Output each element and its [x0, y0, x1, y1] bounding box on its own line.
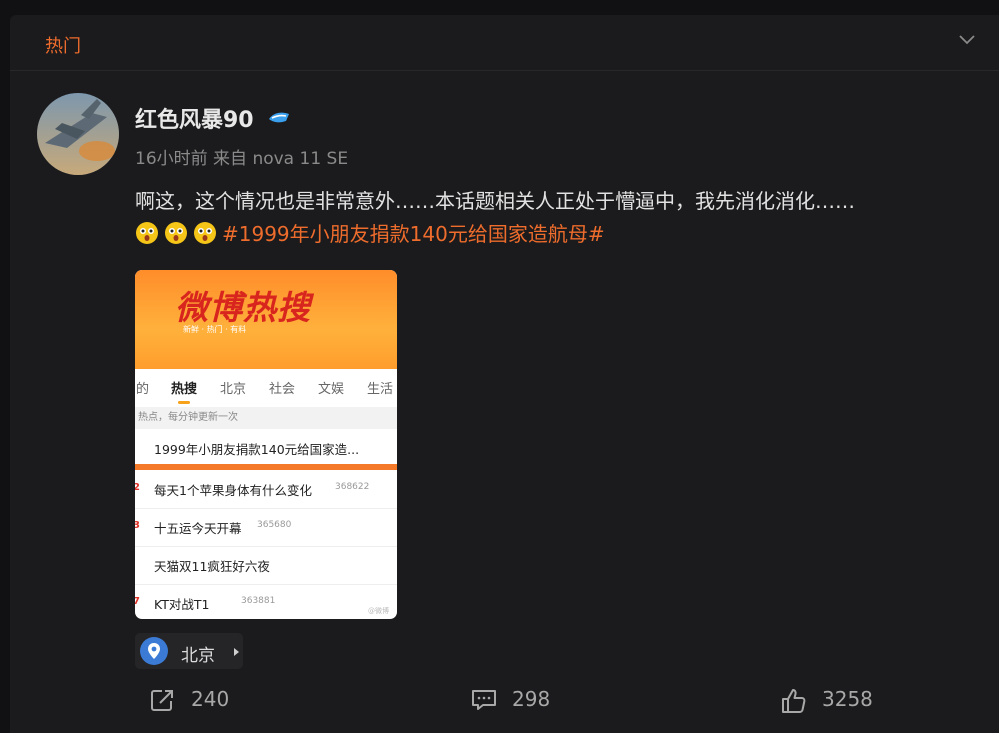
list-item-rank: 3	[135, 520, 140, 531]
like-count: 3258	[822, 687, 873, 711]
weibo-hot-search-logo: 微博热搜	[175, 288, 311, 327]
vip-badge-icon	[269, 112, 289, 123]
list-item: 2 每天1个苹果身体有什么变化 368622	[135, 470, 397, 509]
chevron-right-icon	[234, 648, 239, 656]
surprised-emoji-icon	[136, 222, 158, 244]
tab-underline	[178, 401, 190, 404]
image-tab: 生活	[367, 382, 394, 397]
list-item-title: 十五运今天开幕	[154, 521, 242, 536]
image-tab-active: 热搜	[171, 382, 198, 397]
surprised-emoji-icon	[194, 222, 216, 244]
comment-icon	[472, 690, 496, 710]
post-body: 啊这，这个情况也是非常意外……本话题相关人正处于懵逼中，我先消化消化……	[135, 189, 855, 213]
avatar[interactable]	[37, 93, 119, 175]
post-time[interactable]: 16小时前	[135, 149, 208, 169]
list-item-count: 368622	[335, 482, 370, 492]
chevron-down-icon[interactable]	[958, 33, 976, 45]
location-tag[interactable]: 北京	[135, 633, 243, 669]
tab-hot[interactable]: 热门	[45, 32, 81, 58]
list-item-title: 1999年小朋友捐款140元给国家造...	[154, 442, 360, 457]
image-tab: 北京	[220, 382, 247, 397]
update-note: 热点，每分钟更新一次	[135, 407, 397, 429]
image-tab-bar: 的 热搜 北京 社会 文娱 生活	[135, 378, 397, 402]
list-item-title: 每天1个苹果身体有什么变化	[154, 483, 312, 498]
post-meta: 16小时前 来自 nova 11 SE	[135, 144, 348, 169]
location-label: 北京	[181, 646, 215, 666]
image-tab: 社会	[269, 382, 296, 397]
comment-count: 298	[512, 687, 551, 711]
list-item: 7 KT对战T1 363881	[135, 584, 397, 619]
image-watermark: @微博	[368, 607, 389, 615]
image-tab: 文娱	[318, 382, 345, 397]
list-item: 天猫双11疯狂好六夜	[135, 546, 397, 585]
post-image[interactable]: 微博热搜 新鲜 · 热门 · 有料 的 热搜 北京 社会 文娱 生活 热点，每分…	[135, 270, 397, 619]
post-text: 啊这，这个情况也是非常意外……本话题相关人正处于懵逼中，我先消化消化…… #19…	[135, 185, 975, 251]
banner-slogan: 新鲜 · 热门 · 有料	[183, 325, 247, 334]
list-item-title: 天猫双11疯狂好六夜	[154, 559, 270, 574]
list-item-title: KT对战T1	[154, 597, 210, 612]
list-item-count: 363881	[241, 596, 276, 606]
location-pin-icon	[140, 637, 168, 665]
repost-icon	[151, 690, 173, 711]
image-banner: 微博热搜 新鲜 · 热门 · 有料	[135, 270, 397, 369]
list-item-rank: 7	[135, 596, 140, 607]
surprised-emoji-icon	[165, 222, 187, 244]
username[interactable]: 红色风暴90	[135, 102, 254, 134]
list-item-count: 365680	[257, 520, 292, 530]
like-icon	[782, 689, 806, 713]
repost-count: 240	[191, 687, 230, 711]
image-tab: 的	[136, 382, 150, 397]
hashtag-link[interactable]: #1999年小朋友捐款140元给国家造航母#	[222, 222, 605, 246]
list-item: 3 十五运今天开幕 365680	[135, 508, 397, 547]
list-item-rank: 2	[135, 482, 140, 493]
feed-header: 热门	[10, 15, 999, 71]
list-item: 1999年小朋友捐款140元给国家造...	[135, 429, 397, 468]
post-source: 来自 nova 11 SE	[213, 149, 349, 169]
